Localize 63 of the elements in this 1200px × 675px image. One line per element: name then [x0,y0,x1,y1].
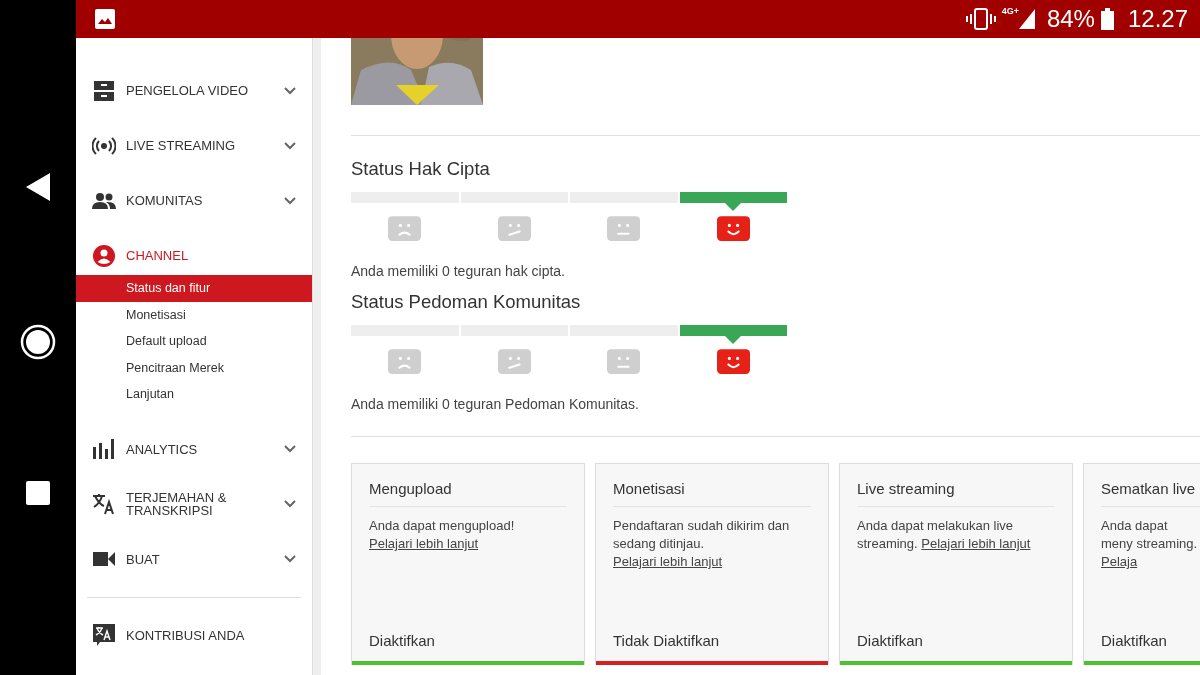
learn-more-link[interactable]: Pelaja [1101,554,1138,569]
sidebar-subitem[interactable]: Pencitraan Merek [76,354,312,381]
section-title: Status Hak Cipta [351,158,491,180]
card-title: Sematkan live [1101,464,1200,507]
chevron-icon[interactable] [284,445,296,453]
sidebar-icon [92,78,116,103]
sidebar-subitem[interactable]: Status dan fitur [76,275,312,302]
chevron-icon[interactable] [284,141,296,150]
face-icon [607,349,641,374]
home-icon[interactable] [20,323,56,360]
sidebar-subitem[interactable]: Monetisasi [76,301,312,328]
sidebar-icon [92,243,116,268]
sidebar-subitem[interactable]: Lanjutan [76,381,312,408]
chevron-icon[interactable] [284,500,296,508]
section-title: Status Pedoman Komunitas [351,291,582,313]
strike-summary: Anda memiliki 0 teguran Pedoman Komunitas. [351,396,640,412]
sidebar-item[interactable]: PENGELOLA VIDEO [76,63,312,118]
sidebar-item[interactable]: LIVE STREAMING [76,118,312,173]
card-description: Anda dapat melakukan live streaming. Pelajari lebih lanjut [857,517,1032,553]
sidebar-item[interactable]: KOMUNITAS [76,173,312,228]
battery-icon [1100,8,1114,30]
pointer-icon [725,203,742,211]
sidebar-icon [92,437,116,461]
face-icon [388,216,422,241]
card-status: Diaktifkan [369,632,436,651]
card-title: Mengupload [369,464,567,507]
chevron-icon[interactable] [284,86,296,95]
vibrate-icon [965,8,996,30]
strike-summary: Anda memiliki 0 teguran hak cipta. [351,263,566,279]
back-icon[interactable] [24,170,52,203]
card-description: Anda dapat mengupload! Pelajari lebih lanjut [369,517,516,553]
learn-more-link[interactable]: Pelajari lebih lanjut [613,554,723,569]
face-icon [716,216,750,241]
battery-percent: 84% [1046,5,1095,33]
sidebar-icon [92,492,116,516]
face-icon [497,349,531,374]
card-title: Live streaming [857,464,1055,507]
card-status: Diaktifkan [857,632,924,651]
recents-icon[interactable] [26,480,50,505]
translate-bubble-icon [92,623,116,647]
face-icon [607,216,641,241]
learn-more-link[interactable]: Pelajari lebih lanjut [369,536,479,551]
learn-more-link[interactable]: Pelajari lebih lanjut [921,536,1031,551]
sidebar-subitem[interactable]: Default upload [76,328,312,355]
sidebar-item[interactable]: ANALYTICS [76,421,312,477]
face-icon [716,349,750,374]
card-description: Pendaftaran sudah dikirim dan sedang ditinjau. Pelajari lebih lanjut [613,517,791,571]
sidebar-item[interactable]: BUAT [76,531,312,587]
image-icon [94,8,116,30]
pointer-icon [725,336,742,344]
sidebar-item[interactable]: TERJEMAHAN & TRANSKRIPSI [76,476,312,532]
face-icon [497,216,531,241]
card-description: Anda dapat meny streaming. Pelaja [1101,517,1199,571]
card-status: Tidak Diaktifkan [613,632,721,651]
sidebar-item[interactable]: KONTRIBUSI ANDA [76,607,312,663]
chevron-icon[interactable] [284,555,296,563]
face-icon [388,349,422,374]
chevron-icon[interactable] [284,196,296,205]
signal-icon [1018,9,1035,29]
card-status: Diaktifkan [1101,632,1168,651]
clock: 12.27 [1127,5,1188,33]
card-title: Monetisasi [613,464,811,507]
network-type: 4G+ [1001,6,1019,16]
